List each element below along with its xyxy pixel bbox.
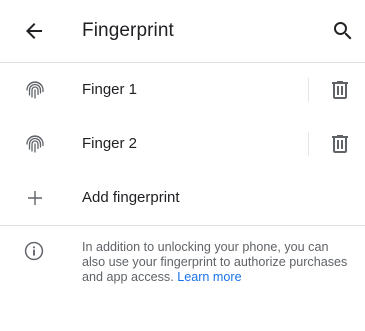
page-title: Fingerprint [82,20,174,41]
row-divider [308,78,309,102]
back-button[interactable] [22,19,46,43]
section-divider [0,225,365,226]
info-description: In addition to unlocking your phone, you… [82,240,352,285]
arrow-left-icon [26,23,42,39]
add-fingerprint-row[interactable]: Add fingerprint [0,171,365,225]
fingerprint-row-1[interactable]: Finger 1 [0,63,365,117]
plus-icon [28,191,42,205]
trash-icon[interactable] [328,132,352,156]
info-icon [24,241,44,261]
fingerprint-icon [26,81,44,99]
fingerprint-row-2[interactable]: Finger 2 [0,117,365,171]
app-bar: Fingerprint [0,0,365,63]
row-divider [308,132,309,156]
search-icon [334,22,352,40]
add-fingerprint-label: Add fingerprint [82,189,180,206]
fingerprint-label: Finger 1 [82,81,138,98]
search-button[interactable] [331,19,355,43]
fingerprint-icon [26,135,44,153]
fingerprint-label: Finger 2 [82,135,138,152]
trash-icon[interactable] [328,78,352,102]
learn-more-link[interactable]: Learn more [177,270,241,284]
